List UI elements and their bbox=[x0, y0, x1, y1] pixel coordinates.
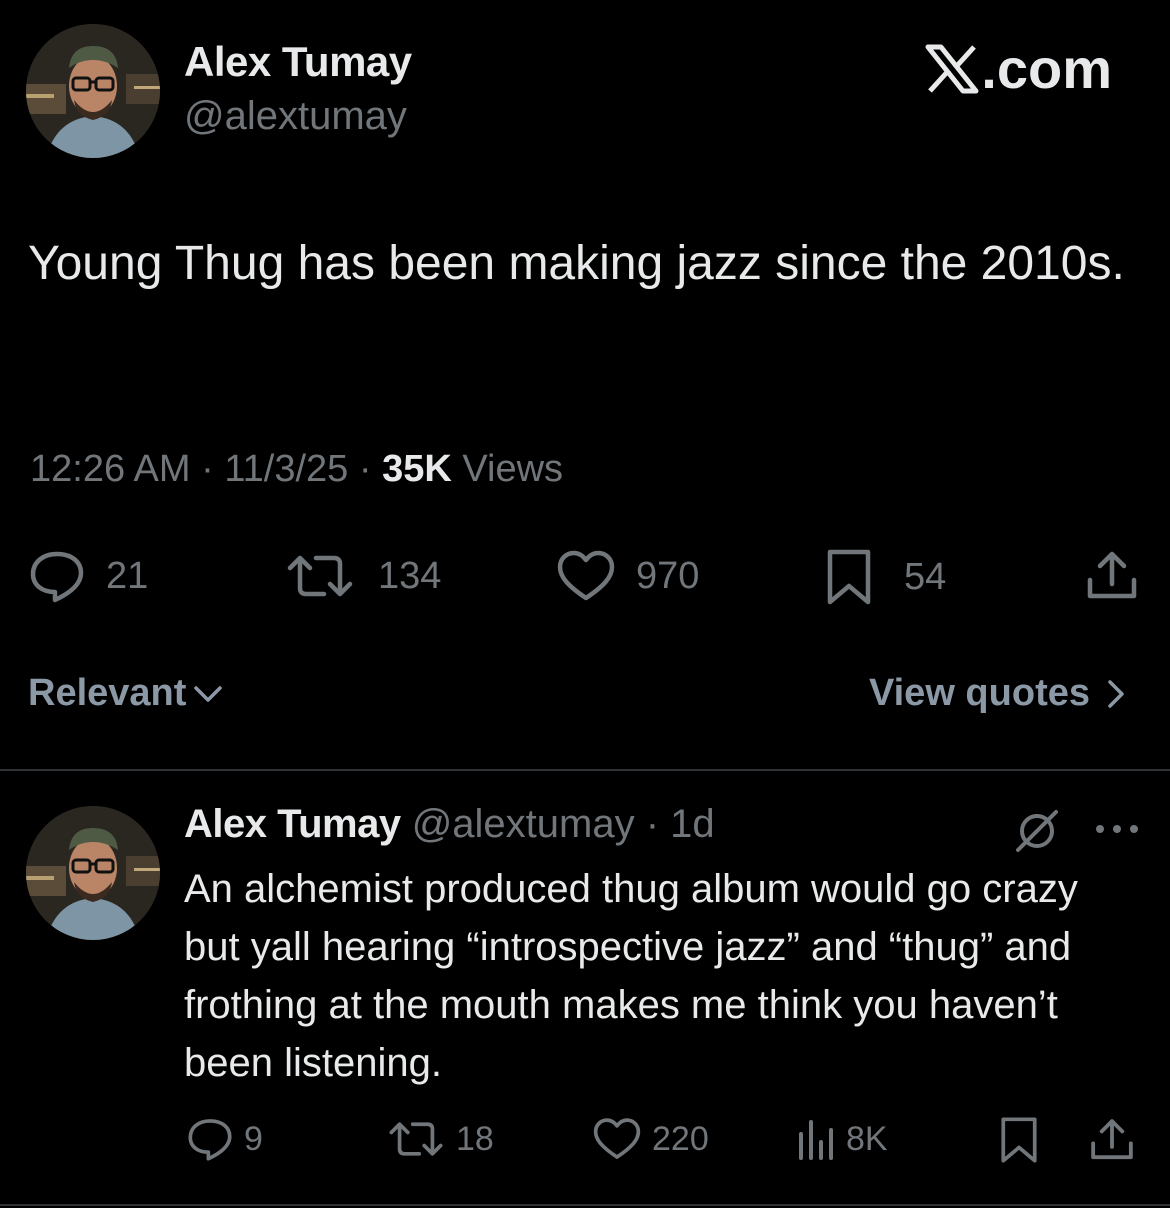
meta-separator: · bbox=[348, 448, 383, 490]
like-button[interactable]: 970 bbox=[556, 548, 699, 604]
reply-repost-count: 18 bbox=[456, 1119, 494, 1158]
bookmark-count: 54 bbox=[904, 555, 947, 598]
repost-button[interactable]: 134 bbox=[284, 548, 441, 604]
reply-author-handle[interactable]: @alextumay bbox=[412, 802, 635, 846]
site-watermark: .com bbox=[925, 36, 1112, 101]
reply-author-name[interactable]: Alex Tumay bbox=[184, 802, 401, 846]
chevron-down-icon bbox=[194, 685, 223, 702]
reply-share-button[interactable] bbox=[1088, 1116, 1136, 1164]
sort-relevant-dropdown[interactable]: Relevant bbox=[28, 672, 226, 715]
speech-bubble-icon bbox=[188, 1119, 232, 1161]
speech-bubble-icon bbox=[30, 551, 84, 603]
avatar-image bbox=[26, 24, 160, 158]
tweet-time[interactable]: 12:26 AM bbox=[30, 448, 191, 490]
reply-header: Alex Tumay @alextumay · 1d bbox=[184, 802, 715, 847]
chevron-right-icon bbox=[1108, 679, 1124, 708]
author-name[interactable]: Alex Tumay bbox=[184, 38, 412, 86]
share-upload-icon bbox=[1087, 551, 1137, 599]
heart-icon bbox=[557, 550, 615, 601]
bookmark-icon bbox=[1001, 1117, 1037, 1163]
grok-icon[interactable] bbox=[1012, 806, 1062, 856]
tweet-meta: 12:26 AM · 11/3/25 · 35K Views bbox=[30, 448, 563, 491]
sort-label: Relevant bbox=[28, 672, 187, 714]
reply-like-button[interactable]: 220 bbox=[592, 1116, 709, 1162]
section-divider bbox=[0, 769, 1170, 771]
repost-arrows-icon bbox=[389, 1122, 443, 1156]
reply-action-bar: 9 18 220 8K bbox=[0, 1116, 1170, 1166]
tweet-screenshot: Alex Tumay @alextumay .com Young Thug ha… bbox=[0, 0, 1170, 1208]
author-avatar[interactable] bbox=[26, 24, 160, 158]
reply-text: An alchemist produced thug album would g… bbox=[184, 867, 1078, 1085]
share-upload-icon bbox=[1091, 1119, 1133, 1160]
bar-chart-icon bbox=[799, 1120, 833, 1160]
bottom-divider bbox=[0, 1204, 1170, 1206]
like-count: 970 bbox=[636, 554, 700, 597]
meta-separator: · bbox=[190, 448, 225, 490]
reply-reply-button[interactable]: 9 bbox=[186, 1116, 263, 1162]
repost-count: 134 bbox=[378, 554, 442, 597]
site-label: .com bbox=[981, 37, 1112, 100]
tweet-text: Young Thug has been making jazz since th… bbox=[28, 237, 1125, 290]
reply-time[interactable]: 1d bbox=[670, 802, 715, 846]
more-dots-icon[interactable] bbox=[1094, 822, 1140, 836]
reply-reply-count: 9 bbox=[244, 1119, 263, 1158]
reply-views-count: 8K bbox=[846, 1119, 888, 1158]
reply-button[interactable]: 21 bbox=[28, 548, 148, 604]
bookmark-icon bbox=[827, 549, 871, 605]
reply-count: 21 bbox=[106, 554, 149, 597]
avatar-image bbox=[26, 806, 160, 940]
heart-icon bbox=[593, 1118, 641, 1159]
reply-separator: · bbox=[634, 802, 671, 846]
repost-arrows-icon bbox=[287, 555, 353, 597]
author-handle[interactable]: @alextumay bbox=[184, 94, 407, 139]
reply-bookmark-button[interactable] bbox=[998, 1116, 1040, 1164]
reply-like-count: 220 bbox=[652, 1119, 709, 1158]
tweet-date[interactable]: 11/3/25 bbox=[224, 448, 348, 490]
views-label: Views bbox=[451, 448, 564, 490]
views-count: 35K bbox=[382, 448, 452, 490]
reply-author-avatar[interactable] bbox=[26, 806, 160, 940]
tweet-action-bar: 21 134 970 54 bbox=[0, 548, 1170, 606]
x-logo-icon bbox=[925, 44, 979, 93]
view-quotes-link[interactable]: View quotes bbox=[869, 672, 1132, 715]
bookmark-button[interactable]: 54 bbox=[824, 548, 946, 606]
share-button[interactable] bbox=[1084, 548, 1140, 604]
view-quotes-label: View quotes bbox=[868, 672, 1090, 714]
reply-repost-button[interactable]: 18 bbox=[386, 1116, 494, 1162]
reply-views-button[interactable]: 8K bbox=[796, 1116, 888, 1162]
